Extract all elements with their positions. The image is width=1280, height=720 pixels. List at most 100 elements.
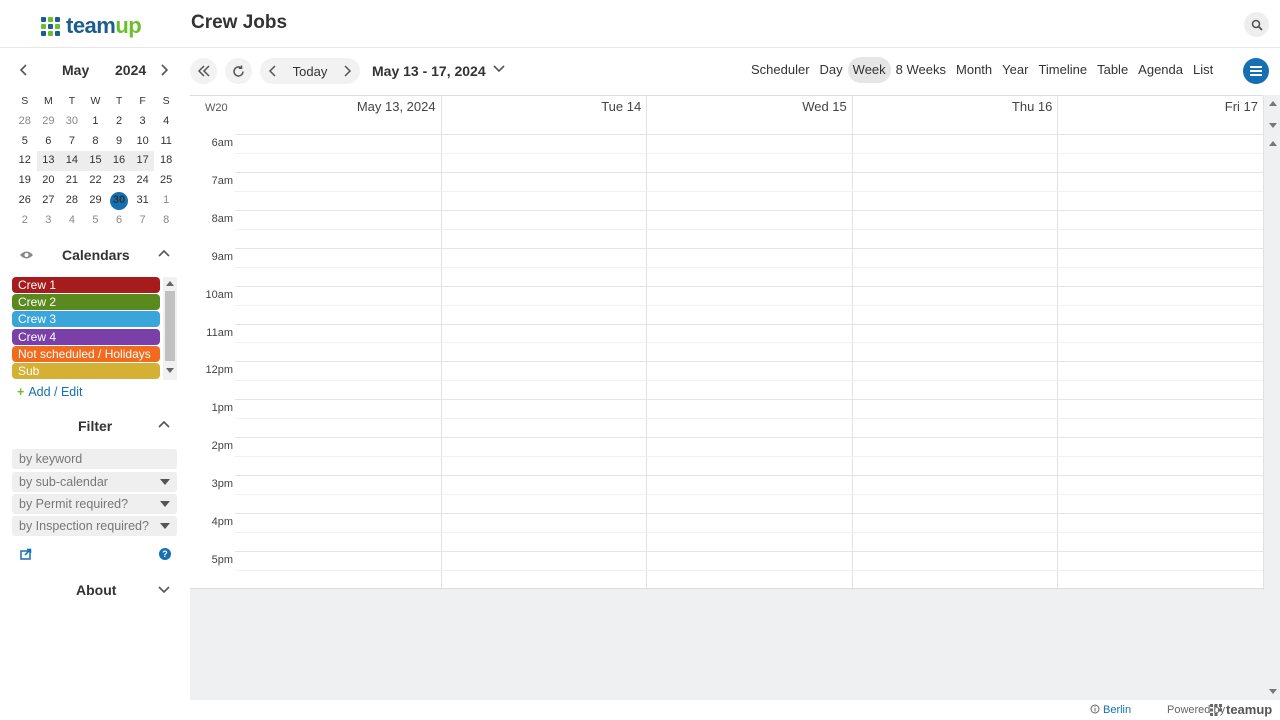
inspection-filter-select[interactable]: by Inspection required? (12, 516, 177, 536)
scroll-up-arrow[interactable] (1269, 101, 1277, 106)
mini-day[interactable]: 18 (154, 151, 178, 171)
mini-day[interactable]: 27 (37, 191, 61, 211)
mini-day[interactable]: 3 (131, 112, 155, 132)
add-edit-calendars-link[interactable]: + Add / Edit (17, 385, 83, 399)
grid-scrollbar[interactable] (1265, 95, 1280, 700)
permit-filter-select[interactable]: by Permit required? (12, 494, 177, 514)
view-tab-week[interactable]: Week (847, 57, 891, 83)
mini-day[interactable]: 6 (107, 211, 131, 231)
chevron-left-icon[interactable] (268, 65, 277, 77)
mini-day[interactable]: 3 (37, 211, 61, 231)
search-button[interactable] (1244, 12, 1269, 37)
calendar-item[interactable]: Crew 2 (12, 294, 160, 311)
mini-year-label[interactable]: 2024 (115, 62, 146, 78)
calendars-section-header[interactable]: Calendars (12, 246, 178, 266)
mini-day[interactable]: 29 (37, 112, 61, 132)
about-section-header[interactable]: About (12, 581, 178, 601)
mini-day[interactable]: 2 (13, 211, 37, 231)
calendar-item[interactable]: Not scheduled / Holidays (12, 345, 160, 362)
mini-day[interactable]: 4 (60, 211, 84, 231)
scroll-down-arrow[interactable] (1269, 689, 1277, 694)
mini-day[interactable]: 10 (131, 132, 155, 152)
scroll-down-arrow[interactable] (1269, 123, 1277, 128)
chevron-down-icon[interactable] (158, 586, 170, 594)
day-column-header[interactable]: Fri 17 (1057, 99, 1263, 119)
scroll-up-arrow[interactable] (1269, 141, 1277, 146)
day-column-header[interactable]: May 13, 2024 (235, 99, 441, 119)
mini-day[interactable]: 13 (36, 151, 61, 172)
refresh-button[interactable] (225, 58, 252, 84)
view-tab-scheduler[interactable]: Scheduler (746, 57, 815, 83)
mini-day[interactable]: 7 (60, 132, 84, 152)
timezone-link[interactable]: Berlin (1090, 704, 1131, 716)
mini-day[interactable]: 17 (130, 151, 155, 172)
mini-day[interactable]: 22 (84, 171, 108, 191)
calendar-list-scrollbar[interactable] (163, 277, 177, 380)
view-tab-list[interactable]: List (1188, 57, 1218, 83)
sub-calendar-filter-select[interactable]: by sub-calendar (12, 472, 177, 492)
mini-day[interactable]: 4 (154, 112, 178, 132)
mini-day[interactable]: 25 (154, 171, 178, 191)
mini-day[interactable]: 1 (84, 112, 108, 132)
mini-day[interactable]: 9 (107, 132, 131, 152)
mini-prev-month-icon[interactable] (18, 63, 28, 77)
chevron-right-icon[interactable] (343, 65, 352, 77)
mini-day[interactable]: 20 (37, 171, 61, 191)
day-column-header[interactable]: Tue 14 (441, 99, 647, 119)
mini-day[interactable]: 5 (84, 211, 108, 231)
mini-day[interactable]: 28 (13, 112, 37, 132)
date-range-label[interactable]: May 13 - 17, 2024 (372, 63, 486, 79)
share-icon[interactable] (20, 548, 32, 560)
mini-day[interactable]: 23 (107, 171, 131, 191)
mini-day[interactable]: 31 (131, 191, 155, 211)
day-column-header[interactable]: Wed 15 (646, 99, 852, 119)
main-menu-button[interactable] (1243, 58, 1269, 84)
chevron-up-icon[interactable] (158, 420, 170, 428)
mini-day[interactable]: 19 (13, 171, 37, 191)
today-button[interactable]: Today (293, 64, 328, 79)
chevron-down-icon[interactable] (493, 65, 505, 73)
view-tab-month[interactable]: Month (951, 57, 997, 83)
view-tab-day[interactable]: Day (815, 57, 848, 83)
chevron-up-icon[interactable] (158, 249, 170, 257)
mini-day[interactable]: 2 (107, 112, 131, 132)
view-tab-timeline[interactable]: Timeline (1033, 57, 1092, 83)
jump-back-button[interactable] (190, 58, 217, 84)
view-tab-8-weeks[interactable]: 8 Weeks (891, 57, 951, 83)
mini-day[interactable]: 28 (60, 191, 84, 211)
view-tab-year[interactable]: Year (997, 57, 1033, 83)
mini-month-label[interactable]: May (62, 62, 89, 78)
mini-next-month-icon[interactable] (160, 63, 170, 77)
mini-day[interactable]: 8 (84, 132, 108, 152)
mini-day[interactable]: 29 (84, 191, 108, 211)
filter-section-header[interactable]: Filter (12, 417, 178, 437)
calendar-item[interactable]: Crew 4 (12, 328, 160, 345)
mini-day[interactable]: 24 (131, 171, 155, 191)
calendar-item[interactable]: Crew 3 (12, 311, 160, 328)
mini-day[interactable]: 30 (60, 112, 84, 132)
mini-day[interactable]: 7 (131, 211, 155, 231)
view-tab-agenda[interactable]: Agenda (1133, 57, 1188, 83)
mini-day[interactable]: 5 (13, 132, 37, 152)
mini-day[interactable]: 21 (60, 171, 84, 191)
view-tab-table[interactable]: Table (1092, 57, 1133, 83)
calendar-item[interactable]: Sub (12, 362, 160, 379)
scrollbar-thumb[interactable] (165, 291, 175, 361)
day-column-header[interactable]: Thu 16 (852, 99, 1058, 119)
mini-day[interactable]: 26 (13, 191, 37, 211)
eye-icon[interactable] (19, 250, 34, 260)
mini-day[interactable]: 14 (60, 151, 84, 172)
help-icon[interactable]: ? (159, 548, 171, 560)
mini-day[interactable]: 1 (154, 191, 178, 211)
calendar-item[interactable]: Crew 1 (12, 277, 160, 293)
footer-teamup-logo[interactable]: teamup (1210, 702, 1272, 717)
keyword-filter-input[interactable]: by keyword (12, 449, 177, 469)
mini-day[interactable]: 15 (83, 151, 108, 172)
mini-day[interactable]: 11 (154, 132, 178, 152)
mini-day[interactable]: 6 (37, 132, 61, 152)
week-grid[interactable]: W20 May 13, 2024 Tue 14 Wed 15 Thu 16 Fri 17… (190, 95, 1264, 590)
mini-day[interactable]: 16 (107, 151, 131, 172)
mini-day[interactable]: 12 (13, 151, 37, 171)
mini-day[interactable]: 30 (107, 191, 131, 211)
mini-day[interactable]: 8 (154, 211, 178, 231)
